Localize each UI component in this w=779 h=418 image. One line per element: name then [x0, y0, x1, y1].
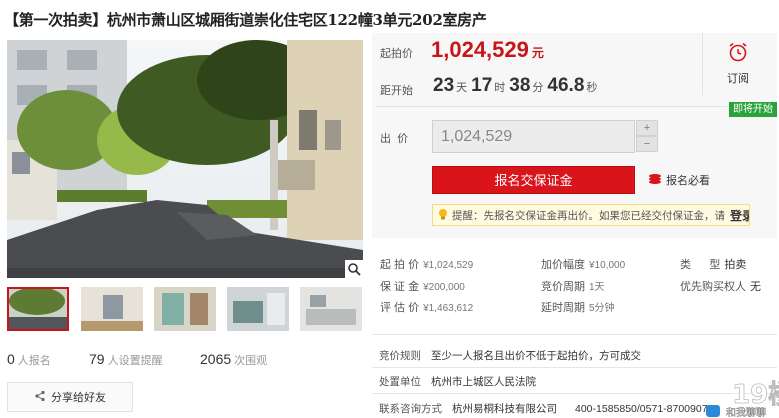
- coins-icon: [648, 173, 662, 188]
- bid-label: 出 价: [380, 133, 409, 145]
- share-icon: [34, 390, 46, 405]
- info-increment: 加价幅度 ¥10,000: [541, 259, 626, 271]
- info-bid-period: 竞价周期 1天: [541, 281, 605, 293]
- page-title: 【第一次拍卖】杭州市萧山区城厢街道崇化住宅区122幢3单元202室房产: [4, 11, 487, 29]
- status-badge: 即将开始: [729, 102, 777, 117]
- lightbulb-icon: [437, 208, 449, 223]
- svg-text:和我聊聊: 和我聊聊: [726, 406, 766, 418]
- apply-deposit-button[interactable]: 报名交保证金: [432, 166, 635, 194]
- info-type: 类 型拍卖: [680, 259, 747, 271]
- main-photo[interactable]: [7, 40, 363, 278]
- rule-bidding: 竞价规则 至少一人报名且出价不低于起拍价，方可成交: [379, 350, 641, 362]
- deposit-tip: 提醒：先报名交保证金再出价。如果您已经交付保证金，请登录: [432, 204, 750, 226]
- bid-stepper: + −: [636, 120, 658, 153]
- must-read-link[interactable]: 报名必看: [648, 172, 710, 188]
- svg-text:19楼: 19楼: [732, 380, 779, 410]
- bid-panel: 起拍价 1,024,529 元 距开始 23 天 17 时 38 分 46.8 秒 订阅 即将开…: [372, 33, 777, 238]
- countdown-label: 距开始: [380, 85, 413, 97]
- bid-input[interactable]: 1,024,529: [432, 120, 635, 153]
- rule-disposal-unit: 处置单位 杭州市上城区人民法院: [379, 376, 536, 388]
- must-read-label: 报名必看: [666, 175, 710, 187]
- stat-signups: 0 人报名: [7, 351, 51, 367]
- start-price-label: 起拍价: [380, 48, 413, 60]
- thumbnail-strip: [7, 287, 363, 331]
- start-price: 1,024,529 元: [431, 37, 544, 62]
- thumbnail-2[interactable]: [81, 287, 143, 331]
- divider: [376, 106, 727, 107]
- info-deposit: 保 证 金 ¥200,000: [380, 281, 465, 293]
- thumbnail-1[interactable]: [7, 287, 69, 331]
- share-button[interactable]: 分享给好友: [7, 382, 133, 412]
- stat-reminders: 79 人设置提醒: [89, 351, 163, 367]
- divider: [372, 334, 777, 335]
- decrease-button[interactable]: −: [636, 136, 658, 152]
- info-start-price: 起 拍 价 ¥1,024,529: [380, 259, 474, 271]
- zoom-icon[interactable]: [345, 260, 363, 278]
- tip-text: 提醒：先报名交保证金再出价。如果您已经交付保证金，请: [452, 209, 725, 222]
- site-watermark: 19楼 和我聊聊: [704, 371, 779, 418]
- share-label: 分享给好友: [51, 392, 106, 404]
- divider: [372, 367, 777, 368]
- rule-contact: 联系咨询方式 杭州易桐科技有限公司 400-1585850/0571-8700907…: [379, 403, 714, 415]
- subscribe-label: 订阅: [727, 73, 749, 85]
- thumbnail-3[interactable]: [154, 287, 216, 331]
- alarm-clock-icon: [709, 39, 767, 65]
- countdown-timer: 23 天 17 时 38 分 46.8 秒: [433, 75, 598, 96]
- info-appraisal: 评 估 价 ¥1,463,612: [380, 302, 474, 314]
- divider: [702, 33, 703, 95]
- increase-button[interactable]: +: [636, 120, 658, 136]
- thumbnail-4[interactable]: [227, 287, 289, 331]
- info-priority: 优先购买权人无: [680, 281, 761, 293]
- login-link[interactable]: 登录: [730, 207, 749, 224]
- info-delay-period: 延时周期 5分钟: [541, 302, 615, 314]
- subscribe-button[interactable]: 订阅: [709, 39, 767, 86]
- thumbnail-5[interactable]: [300, 287, 362, 331]
- stat-views: 2065 次围观: [200, 351, 268, 367]
